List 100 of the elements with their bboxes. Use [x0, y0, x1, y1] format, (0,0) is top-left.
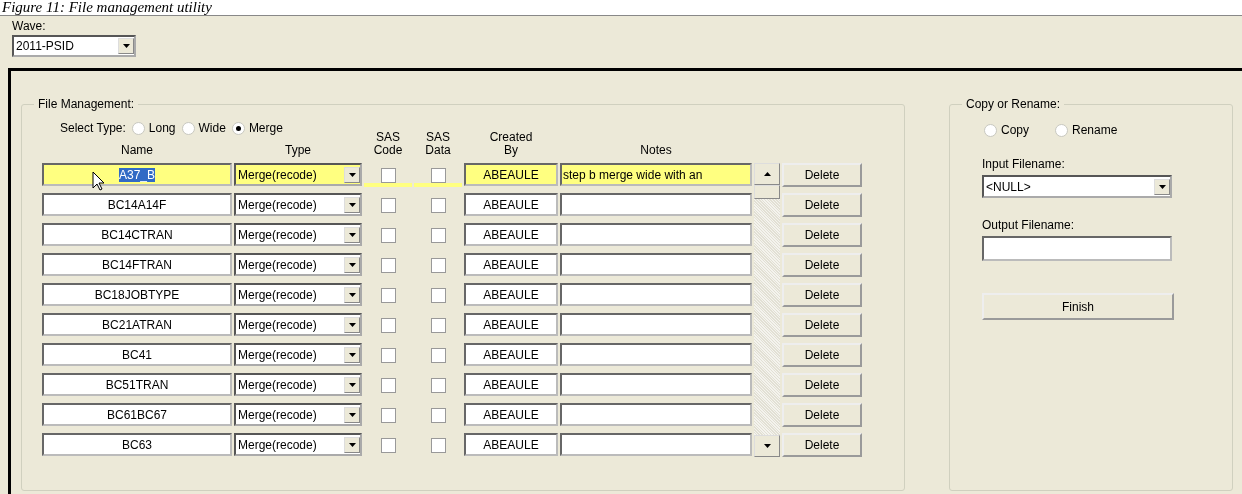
sas-data-checkbox[interactable] [430, 197, 446, 213]
created-by-field[interactable]: ABEAULE [464, 313, 558, 336]
delete-button[interactable]: Delete [782, 163, 862, 187]
finish-button[interactable]: Finish [982, 293, 1174, 320]
sas-code-checkbox[interactable] [380, 317, 396, 333]
type-dropdown[interactable]: Merge(recode) [234, 403, 362, 426]
name-field[interactable]: BC21ATRAN [42, 313, 232, 336]
delete-button[interactable]: Delete [782, 403, 862, 427]
mode-radio[interactable]: Copy [984, 123, 1029, 137]
created-by-field[interactable]: ABEAULE [464, 283, 558, 306]
sas-data-checkbox[interactable] [430, 287, 446, 303]
output-filename-label: Output Filename: [982, 218, 1075, 232]
input-filename-label: Input Filename: [982, 157, 1065, 171]
notes-field[interactable] [560, 403, 752, 426]
notes-field[interactable] [560, 283, 752, 306]
column-header: SAS Data [424, 131, 452, 157]
name-field[interactable]: BC14CTRAN [42, 223, 232, 246]
sas-data-checkbox[interactable] [430, 257, 446, 273]
notes-field[interactable] [560, 343, 752, 366]
dropdown-arrow-icon [348, 412, 356, 417]
sas-data-checkbox[interactable] [430, 347, 446, 363]
input-filename-dropdown[interactable]: <NULL> [982, 175, 1172, 198]
sas-data-checkbox[interactable] [430, 167, 446, 183]
name-field[interactable]: BC41 [42, 343, 232, 366]
delete-button[interactable]: Delete [782, 373, 862, 397]
type-dropdown[interactable]: Merge(recode) [234, 343, 362, 366]
name-field[interactable]: BC18JOBTYPE [42, 283, 232, 306]
notes-field[interactable] [560, 193, 752, 216]
scroll-down-button[interactable] [754, 435, 780, 457]
dropdown-arrow-icon [348, 262, 356, 267]
dropdown-arrow-icon [122, 44, 130, 48]
created-by-field[interactable]: ABEAULE [464, 193, 558, 216]
column-header: SAS Code [373, 131, 403, 157]
sas-code-checkbox[interactable] [380, 377, 396, 393]
notes-field[interactable]: step b merge wide with an [560, 163, 752, 186]
type-radio[interactable]: Merge [231, 121, 283, 135]
type-dropdown[interactable]: Merge(recode) [234, 313, 362, 336]
sas-data-checkbox[interactable] [430, 317, 446, 333]
wave-dropdown[interactable]: 2011-PSID [12, 35, 136, 57]
created-by-field[interactable]: ABEAULE [464, 373, 558, 396]
delete-button[interactable]: Delete [782, 433, 862, 457]
delete-button[interactable]: Delete [782, 223, 862, 247]
scroll-thumb[interactable] [754, 185, 780, 199]
dropdown-arrow-icon [348, 202, 356, 207]
dropdown-arrow-icon [348, 322, 356, 327]
created-by-field[interactable]: ABEAULE [464, 403, 558, 426]
type-dropdown[interactable]: Merge(recode) [234, 163, 362, 186]
sas-code-checkbox[interactable] [380, 287, 396, 303]
created-by-field[interactable]: ABEAULE [464, 253, 558, 276]
delete-button[interactable]: Delete [782, 253, 862, 277]
name-field[interactable]: BC61BC67 [42, 403, 232, 426]
notes-field[interactable] [560, 433, 752, 456]
scroll-up-button[interactable] [754, 163, 780, 185]
created-by-field[interactable]: ABEAULE [464, 343, 558, 366]
output-filename-field[interactable] [982, 236, 1172, 261]
dropdown-arrow-icon [348, 382, 356, 387]
down-arrow-icon [763, 444, 771, 448]
scrollbar[interactable] [754, 163, 780, 457]
sas-code-checkbox[interactable] [380, 437, 396, 453]
created-by-field[interactable]: ABEAULE [464, 433, 558, 456]
type-radio[interactable]: Long [131, 121, 176, 135]
figure-caption: Figure 11: File management utility [1, 0, 213, 15]
delete-button[interactable]: Delete [782, 313, 862, 337]
column-header: Notes [640, 144, 672, 157]
sas-code-checkbox[interactable] [380, 257, 396, 273]
type-dropdown[interactable]: Merge(recode) [234, 373, 362, 396]
sas-data-checkbox[interactable] [430, 377, 446, 393]
sas-code-checkbox[interactable] [380, 167, 396, 183]
created-by-field[interactable]: ABEAULE [464, 163, 558, 186]
group-title: Copy or Rename: [965, 97, 1062, 111]
name-field[interactable]: BC14FTRAN [42, 253, 232, 276]
sas-code-checkbox[interactable] [380, 197, 396, 213]
name-field[interactable]: BC63 [42, 433, 232, 456]
mode-radio[interactable]: Rename [1055, 123, 1118, 137]
notes-field[interactable] [560, 313, 752, 336]
name-field[interactable]: BC51TRAN [42, 373, 232, 396]
created-by-field[interactable]: ABEAULE [464, 223, 558, 246]
dropdown-arrow-icon [1158, 184, 1166, 189]
notes-field[interactable] [560, 223, 752, 246]
type-dropdown[interactable]: Merge(recode) [234, 193, 362, 216]
type-dropdown[interactable]: Merge(recode) [234, 283, 362, 306]
delete-button[interactable]: Delete [782, 343, 862, 367]
name-field[interactable]: A37_B [42, 163, 232, 186]
wave-label: Wave: [12, 19, 46, 33]
sas-data-checkbox[interactable] [430, 227, 446, 243]
type-dropdown[interactable]: Merge(recode) [234, 433, 362, 456]
notes-field[interactable] [560, 253, 752, 276]
sas-code-checkbox[interactable] [380, 227, 396, 243]
name-field[interactable]: BC14A14F [42, 193, 232, 216]
type-radio[interactable]: Wide [181, 121, 226, 135]
type-dropdown[interactable]: Merge(recode) [234, 253, 362, 276]
type-dropdown[interactable]: Merge(recode) [234, 223, 362, 246]
delete-button[interactable]: Delete [782, 193, 862, 217]
delete-button[interactable]: Delete [782, 283, 862, 307]
sas-data-checkbox[interactable] [430, 437, 446, 453]
select-type-label: Select Type: [60, 121, 126, 135]
sas-data-checkbox[interactable] [430, 407, 446, 423]
sas-code-checkbox[interactable] [380, 407, 396, 423]
sas-code-checkbox[interactable] [380, 347, 396, 363]
notes-field[interactable] [560, 373, 752, 396]
